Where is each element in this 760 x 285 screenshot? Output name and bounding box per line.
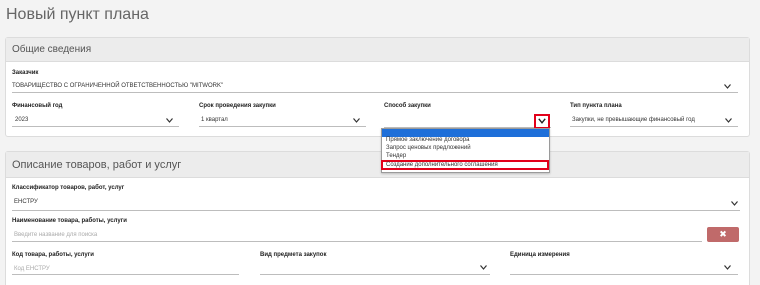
code-input[interactable]: Код ЕНСТРУ (14, 266, 50, 272)
item-type-chevron-down-icon[interactable] (725, 118, 732, 125)
fin-year-select[interactable] (12, 126, 179, 127)
period-label: Срок проведения закупки (199, 103, 276, 109)
general-info-header: Общие сведения (6, 38, 749, 62)
goods-header: Описание товаров, работ и услуг (6, 152, 749, 178)
item-type-value: Закупки, не превышающие финансовый год (572, 117, 695, 123)
method-option-additional-agreement-label: Создание дополнительного соглашения (386, 162, 498, 168)
unit-label: Единица измерения (510, 252, 570, 258)
subject-chevron-down-icon[interactable] (480, 265, 487, 272)
method-option-tender[interactable]: Тендер (386, 153, 406, 159)
code-underline (12, 274, 239, 275)
classifier-value: ЕНСТРУ (14, 199, 38, 205)
classifier-select[interactable] (12, 210, 740, 211)
item-type-select[interactable] (570, 126, 738, 127)
period-chevron-down-icon[interactable] (353, 118, 360, 125)
fin-year-chevron-down-icon[interactable] (166, 118, 173, 125)
method-dropdown-toggle[interactable] (534, 114, 550, 129)
subject-select[interactable] (260, 274, 490, 275)
unit-chevron-down-icon[interactable] (724, 265, 731, 272)
classifier-label: Классификатор товаров, работ, услуг (12, 185, 125, 191)
period-value: 1 квартал (201, 117, 228, 123)
name-search-underline (12, 241, 702, 242)
name-search-input[interactable]: Введите название для поиска (14, 232, 97, 238)
customer-chevron-down-icon[interactable] (724, 84, 731, 91)
method-option-direct[interactable]: Прямое заключение договора (386, 137, 469, 143)
subject-label: Вид предмета закупок (260, 252, 327, 258)
fin-year-label: Финансовый год (12, 103, 63, 109)
name-label: Наименование товара, работы, услуги (12, 218, 127, 224)
period-select[interactable] (199, 126, 366, 127)
customer-select[interactable] (12, 92, 738, 93)
method-option-price-request[interactable]: Запрос ценовых предложений (386, 145, 471, 151)
method-option-additional-agreement[interactable]: Создание дополнительного соглашения (381, 160, 549, 170)
item-type-label: Тип пункта плана (570, 103, 622, 109)
code-label: Код товара, работы, услуги (12, 252, 94, 258)
fin-year-value: 2023 (15, 117, 29, 123)
page-title: Новый пункт плана (6, 6, 149, 23)
classifier-chevron-down-icon[interactable] (731, 201, 738, 208)
method-label: Способ закупки (384, 103, 431, 109)
customer-value: ТОВАРИЩЕСТВО С ОГРАНИЧЕННОЙ ОТВЕТСТВЕННО… (12, 83, 224, 89)
customer-label: Заказчик (12, 70, 39, 76)
method-dropdown-selected-bar[interactable] (382, 129, 549, 137)
clear-name-button[interactable]: ✖ (707, 227, 739, 242)
unit-select[interactable] (510, 274, 738, 275)
